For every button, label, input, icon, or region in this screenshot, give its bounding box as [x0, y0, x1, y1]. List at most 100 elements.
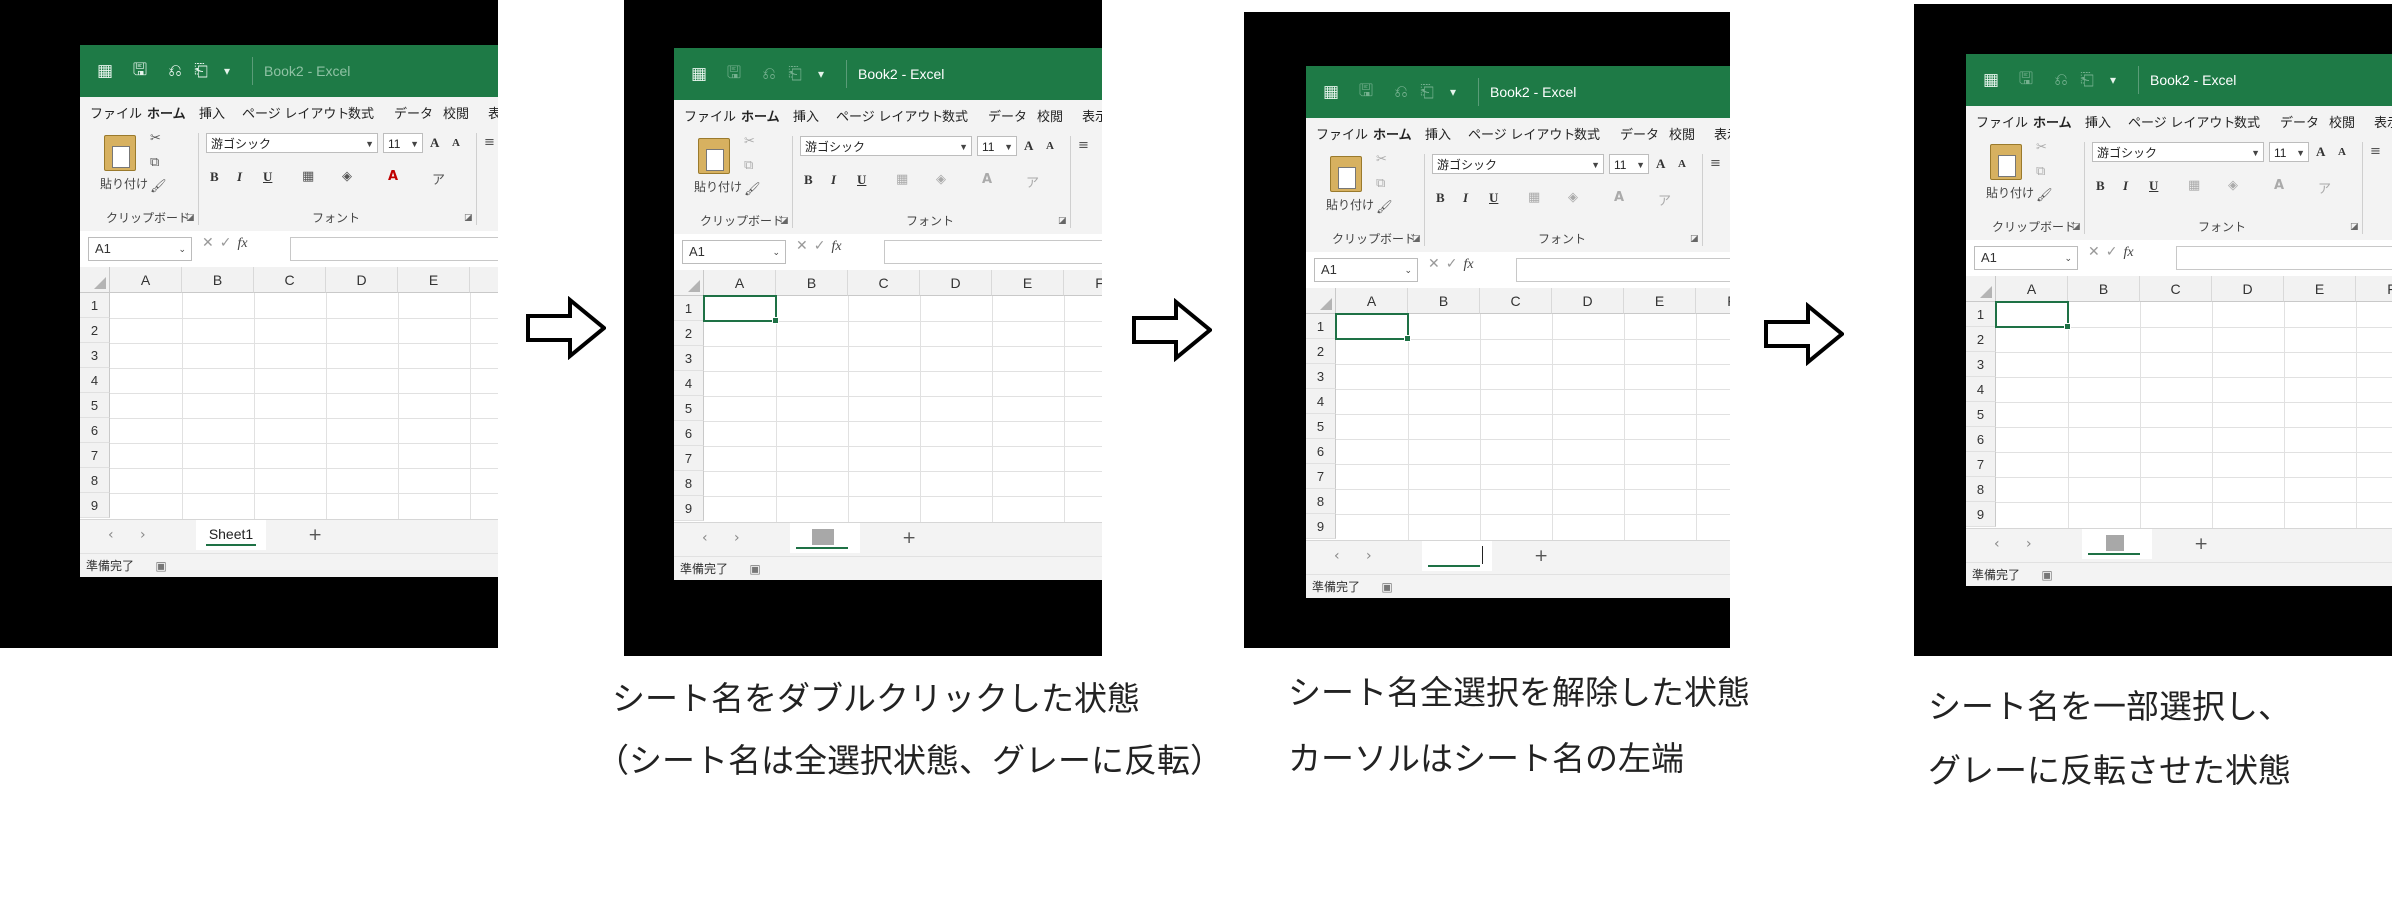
column-header-c[interactable]: C: [254, 267, 326, 293]
tab-review[interactable]: 校閲: [1669, 124, 1695, 143]
sheet-tab[interactable]: [2082, 529, 2152, 559]
save-icon[interactable]: 🖫: [2011, 54, 2041, 106]
bold-button[interactable]: B: [210, 169, 219, 185]
shrink-font-icon[interactable]: A: [2338, 146, 2346, 158]
tab-page-layout[interactable]: ページ レイアウト: [242, 103, 349, 122]
fill-color-icon[interactable]: ◈: [1568, 190, 1578, 205]
tab-file[interactable]: ファイル: [1976, 112, 2028, 131]
row-header-1[interactable]: 1: [80, 293, 110, 318]
row-header-3[interactable]: 3: [674, 346, 704, 371]
align-icon[interactable]: ≡: [484, 135, 495, 150]
italic-button[interactable]: I: [2123, 178, 2128, 194]
format-painter-icon[interactable]: 🖌: [2036, 188, 2053, 203]
border-icon[interactable]: ▦: [896, 172, 908, 187]
tab-home[interactable]: ホーム: [147, 103, 186, 122]
grow-font-icon[interactable]: A: [1024, 138, 1033, 154]
active-cell-a1[interactable]: [1995, 301, 2071, 330]
row-header-2[interactable]: 2: [1966, 327, 1996, 352]
row-header-5[interactable]: 5: [1306, 414, 1336, 439]
row-header-2[interactable]: 2: [80, 318, 110, 343]
phonetic-icon[interactable]: ア: [2318, 178, 2331, 197]
row-header-5[interactable]: 5: [80, 393, 110, 418]
row-header-4[interactable]: 4: [674, 371, 704, 396]
column-header-f[interactable]: F: [1696, 288, 1730, 314]
shrink-font-icon[interactable]: A: [1046, 140, 1054, 152]
sheet-tab[interactable]: [1422, 541, 1492, 571]
row-header-1[interactable]: 1: [1306, 314, 1336, 339]
row-header-9[interactable]: 9: [674, 496, 704, 521]
name-box[interactable]: A1 ⌄: [1314, 258, 1418, 282]
scroll-left-icon[interactable]: ‹: [1334, 548, 1340, 564]
row-header-2[interactable]: 2: [1306, 339, 1336, 364]
font-name-dropdown[interactable]: 游ゴシック ▼: [1432, 154, 1604, 174]
row-header-9[interactable]: 9: [1306, 514, 1336, 539]
formula-input[interactable]: [2176, 246, 2392, 270]
row-header-4[interactable]: 4: [1966, 377, 1996, 402]
row-header-8[interactable]: 8: [1306, 489, 1336, 514]
column-header-c[interactable]: C: [1480, 288, 1552, 314]
row-header-3[interactable]: 3: [1306, 364, 1336, 389]
formula-input[interactable]: [290, 237, 498, 261]
row-header-5[interactable]: 5: [1966, 402, 1996, 427]
font-launcher-icon[interactable]: ◪: [2350, 222, 2359, 232]
grow-font-icon[interactable]: A: [1656, 156, 1665, 172]
shrink-font-icon[interactable]: A: [452, 137, 460, 149]
clipboard-launcher-icon[interactable]: ◪: [2072, 222, 2081, 232]
phonetic-icon[interactable]: ア: [1658, 190, 1671, 209]
cancel-icon[interactable]: ✕: [1428, 256, 1446, 272]
tab-review[interactable]: 校閲: [1037, 106, 1063, 125]
cancel-icon[interactable]: ✕: [796, 238, 814, 254]
tab-formulas[interactable]: 数式: [942, 106, 968, 125]
column-header-a[interactable]: A: [1996, 276, 2068, 302]
column-header-b[interactable]: B: [776, 270, 848, 296]
copy-icon[interactable]: ⧉: [150, 155, 159, 170]
paste-icon[interactable]: [698, 138, 730, 174]
tab-view[interactable]: 表示: [488, 103, 498, 122]
underline-button[interactable]: U: [2149, 178, 2158, 194]
cut-icon[interactable]: ✂: [150, 131, 161, 146]
tab-data[interactable]: データ: [394, 103, 433, 122]
select-all-corner[interactable]: [1966, 276, 1996, 302]
grow-font-icon[interactable]: A: [430, 135, 439, 151]
paste-label[interactable]: 貼り付け: [1326, 196, 1374, 213]
font-size-dropdown[interactable]: 11 ▼: [383, 133, 423, 153]
tab-file[interactable]: ファイル: [90, 103, 142, 122]
column-header-e[interactable]: E: [992, 270, 1064, 296]
tab-data[interactable]: データ: [2280, 112, 2319, 131]
row-header-2[interactable]: 2: [674, 321, 704, 346]
row-header-7[interactable]: 7: [80, 443, 110, 468]
scroll-left-icon[interactable]: ‹: [108, 527, 114, 543]
enter-icon[interactable]: ✓: [1446, 256, 1464, 272]
paste-icon[interactable]: [104, 135, 136, 171]
tab-file[interactable]: ファイル: [684, 106, 736, 125]
row-header-3[interactable]: 3: [80, 343, 110, 368]
tab-page-layout[interactable]: ページ レイアウト: [836, 106, 943, 125]
fill-color-icon[interactable]: ◈: [936, 172, 946, 187]
paste-label[interactable]: 貼り付け: [1986, 184, 2034, 201]
fill-color-icon[interactable]: ◈: [342, 169, 352, 184]
formula-input[interactable]: [884, 240, 1102, 264]
italic-button[interactable]: I: [831, 172, 836, 188]
enter-icon[interactable]: ✓: [814, 238, 832, 254]
cut-icon[interactable]: ✂: [2036, 140, 2047, 155]
row-header-6[interactable]: 6: [80, 418, 110, 443]
row-header-8[interactable]: 8: [674, 471, 704, 496]
font-color-icon[interactable]: A: [982, 172, 992, 187]
align-icon[interactable]: ≡: [1078, 138, 1089, 153]
customize-icon[interactable]: ▾: [212, 45, 242, 97]
tab-review[interactable]: 校閲: [443, 103, 469, 122]
tab-formulas[interactable]: 数式: [2234, 112, 2260, 131]
row-header-6[interactable]: 6: [674, 421, 704, 446]
add-sheet-button[interactable]: +: [1534, 546, 1548, 566]
cancel-icon[interactable]: ✕: [202, 235, 220, 251]
row-header-3[interactable]: 3: [1966, 352, 1996, 377]
bold-button[interactable]: B: [804, 172, 813, 188]
copy-icon[interactable]: ⧉: [744, 158, 753, 173]
copy-icon[interactable]: ⧉: [1376, 176, 1385, 191]
select-all-corner[interactable]: [1306, 288, 1336, 314]
tab-home[interactable]: ホーム: [2033, 112, 2072, 131]
font-launcher-icon[interactable]: ◪: [1058, 216, 1067, 226]
font-color-icon[interactable]: A: [1614, 190, 1624, 205]
column-header-d[interactable]: D: [1552, 288, 1624, 314]
tab-view[interactable]: 表示: [2374, 112, 2392, 131]
